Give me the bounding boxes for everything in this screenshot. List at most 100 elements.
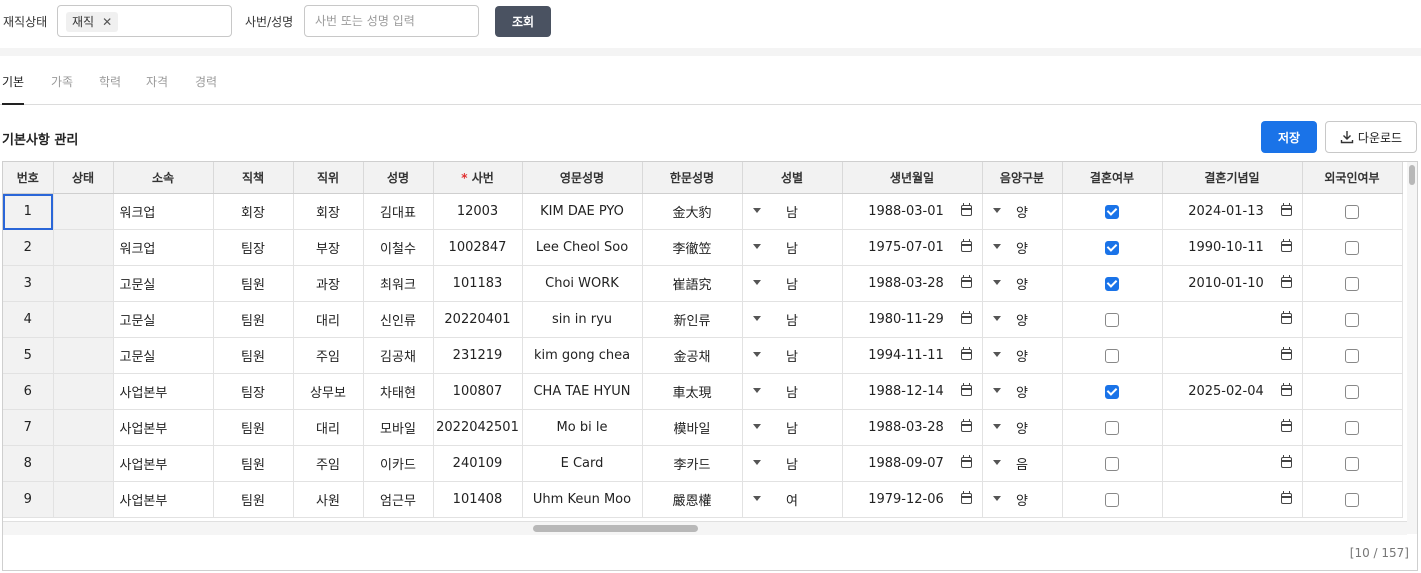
rank-cell[interactable]: 사원 xyxy=(293,481,364,518)
employee-id-cell[interactable]: 231219 xyxy=(433,337,523,374)
calendar-icon[interactable] xyxy=(1280,383,1292,396)
tab-education[interactable]: 학력 xyxy=(99,73,121,103)
duty-cell[interactable]: 팀원 xyxy=(213,301,294,338)
married-checkbox[interactable] xyxy=(1105,312,1119,327)
col-header[interactable]: 직책 xyxy=(213,162,294,194)
birth-date-cell[interactable]: 1988-03-28 xyxy=(842,409,983,446)
name-cell[interactable]: 신인류 xyxy=(363,301,434,338)
calendar-icon[interactable] xyxy=(960,275,972,288)
status-cell[interactable] xyxy=(53,337,114,374)
dept-cell[interactable]: 고문실 xyxy=(113,265,214,302)
calendar-icon[interactable] xyxy=(1280,347,1292,360)
english-name-cell[interactable]: kim gong chea xyxy=(522,337,643,374)
horizontal-scrollbar[interactable] xyxy=(3,521,1407,535)
duty-cell[interactable]: 팀원 xyxy=(213,409,294,446)
married-checkbox[interactable] xyxy=(1105,348,1119,363)
lunar-solar-cell[interactable]: 양 xyxy=(982,229,1063,266)
gender-cell[interactable]: 남 xyxy=(742,301,843,338)
foreigner-cell[interactable] xyxy=(1302,301,1403,338)
calendar-icon[interactable] xyxy=(1280,275,1292,288)
english-name-cell[interactable]: sin in ryu xyxy=(522,301,643,338)
status-cell[interactable] xyxy=(53,481,114,518)
duty-cell[interactable]: 회장 xyxy=(213,193,294,230)
tab-career[interactable]: 경력 xyxy=(195,73,217,103)
foreigner-cell[interactable] xyxy=(1302,265,1403,302)
employee-id-cell[interactable]: 240109 xyxy=(433,445,523,482)
col-header[interactable]: 한문성명 xyxy=(642,162,743,194)
duty-cell[interactable]: 팀원 xyxy=(213,445,294,482)
col-header[interactable]: 직위 xyxy=(293,162,364,194)
married-cell[interactable] xyxy=(1062,193,1163,230)
birth-date-cell[interactable]: 1988-03-28 xyxy=(842,265,983,302)
rank-cell[interactable]: 상무보 xyxy=(293,373,364,410)
calendar-icon[interactable] xyxy=(960,239,972,252)
chevron-down-icon[interactable] xyxy=(752,388,761,393)
gender-cell[interactable]: 남 xyxy=(742,193,843,230)
chevron-down-icon[interactable] xyxy=(992,496,1001,501)
table-row[interactable]: 3 고문실 팀원 과장 최워크 101183 Choi WORK 崔語究 남 1988-03-28… xyxy=(3,265,1403,302)
col-header[interactable]: 음양구분 xyxy=(982,162,1063,194)
name-cell[interactable]: 차태현 xyxy=(363,373,434,410)
gender-cell[interactable]: 남 xyxy=(742,337,843,374)
row-number[interactable]: 4 xyxy=(3,301,54,338)
name-cell[interactable]: 이철수 xyxy=(363,229,434,266)
status-cell[interactable] xyxy=(53,373,114,410)
chevron-down-icon[interactable] xyxy=(992,208,1001,213)
status-cell[interactable] xyxy=(53,229,114,266)
gender-cell[interactable]: 남 xyxy=(742,265,843,302)
duty-cell[interactable]: 팀장 xyxy=(213,373,294,410)
lunar-solar-cell[interactable]: 양 xyxy=(982,481,1063,518)
chevron-down-icon[interactable] xyxy=(752,496,761,501)
foreigner-checkbox[interactable] xyxy=(1345,312,1359,327)
wedding-date-cell[interactable]: 2025-02-04 xyxy=(1162,373,1303,410)
gender-cell[interactable]: 여 xyxy=(742,481,843,518)
hanja-name-cell[interactable]: 嚴恩權 xyxy=(642,481,743,518)
col-header[interactable]: 영문성명 xyxy=(522,162,643,194)
employee-id-cell[interactable]: 1002847 xyxy=(433,229,523,266)
hanja-name-cell[interactable]: 模바일 xyxy=(642,409,743,446)
calendar-icon[interactable] xyxy=(1280,419,1292,432)
row-number[interactable]: 5 xyxy=(3,337,54,374)
married-cell[interactable] xyxy=(1062,481,1163,518)
married-checkbox[interactable] xyxy=(1105,420,1119,435)
chevron-down-icon[interactable] xyxy=(752,280,761,285)
married-checkbox[interactable] xyxy=(1105,276,1119,291)
status-cell[interactable] xyxy=(53,265,114,302)
name-cell[interactable]: 이카드 xyxy=(363,445,434,482)
col-header[interactable]: 번호 xyxy=(3,162,54,194)
calendar-icon[interactable] xyxy=(1280,311,1292,324)
lunar-solar-cell[interactable]: 양 xyxy=(982,409,1063,446)
table-row[interactable]: 5 고문실 팀원 주임 김공채 231219 kim gong chea 金공채 남 1994-1… xyxy=(3,337,1403,374)
table-row[interactable]: 6 사업본부 팀장 상무보 차태현 100807 CHA TAE HYUN 車太現 남 1988-… xyxy=(3,373,1403,410)
table-row[interactable]: 8 사업본부 팀원 주임 이카드 240109 E Card 李카드 남 1988-09-07 음 xyxy=(3,445,1403,482)
chevron-down-icon[interactable] xyxy=(752,208,761,213)
save-button[interactable]: 저장 xyxy=(1261,121,1317,153)
birth-date-cell[interactable]: 1975-07-01 xyxy=(842,229,983,266)
birth-date-cell[interactable]: 1988-09-07 xyxy=(842,445,983,482)
col-header[interactable]: 결혼기념일 xyxy=(1162,162,1303,194)
search-input[interactable] xyxy=(304,5,479,37)
row-number[interactable]: 7 xyxy=(3,409,54,446)
name-cell[interactable]: 최워크 xyxy=(363,265,434,302)
foreigner-cell[interactable] xyxy=(1302,481,1403,518)
tab-family[interactable]: 가족 xyxy=(51,73,73,103)
table-row[interactable]: 9 사업본부 팀원 사원 엄근무 101408 Uhm Keun Moo 嚴恩權 여 1979-1… xyxy=(3,481,1403,518)
hanja-name-cell[interactable]: 金공채 xyxy=(642,337,743,374)
dept-cell[interactable]: 워크업 xyxy=(113,193,214,230)
chevron-down-icon[interactable] xyxy=(992,244,1001,249)
horizontal-scroll-thumb[interactable] xyxy=(533,525,698,532)
status-cell[interactable] xyxy=(53,193,114,230)
lunar-solar-cell[interactable]: 양 xyxy=(982,337,1063,374)
col-header[interactable]: 성명 xyxy=(363,162,434,194)
table-row[interactable]: 7 사업본부 팀원 대리 모바일 2022042501 Mo bi le 模바일 남 1988-0… xyxy=(3,409,1403,446)
vertical-scroll-thumb[interactable] xyxy=(1409,165,1415,185)
row-number[interactable]: 9 xyxy=(3,481,54,518)
vertical-scrollbar[interactable] xyxy=(1407,162,1417,534)
calendar-icon[interactable] xyxy=(960,455,972,468)
wedding-date-cell[interactable]: 2010-01-10 xyxy=(1162,265,1303,302)
dept-cell[interactable]: 사업본부 xyxy=(113,445,214,482)
birth-date-cell[interactable]: 1988-12-14 xyxy=(842,373,983,410)
chip-remove-icon[interactable]: ✕ xyxy=(102,15,112,29)
employee-id-cell[interactable]: 2022042501 xyxy=(433,409,523,446)
employee-id-cell[interactable]: 20220401 xyxy=(433,301,523,338)
